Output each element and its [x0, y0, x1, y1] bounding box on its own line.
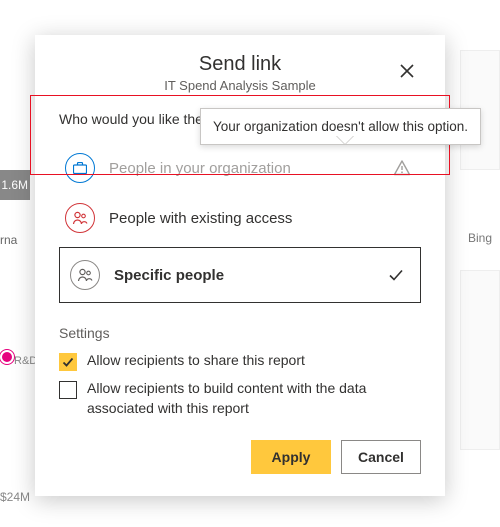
- briefcase-icon: [65, 153, 95, 183]
- bg-metric-chip: 1.6M: [0, 170, 30, 200]
- settings-heading: Settings: [59, 325, 421, 341]
- apply-button[interactable]: Apply: [251, 440, 331, 474]
- option-people-existing-access[interactable]: People with existing access: [59, 193, 421, 243]
- checkbox-label: Allow recipients to share this report: [87, 351, 305, 371]
- bg-visual-tile: [460, 270, 500, 450]
- checkmark-icon: [388, 267, 404, 283]
- people-icon: [65, 203, 95, 233]
- option-people-in-org: People in your organization: [59, 143, 421, 193]
- close-button[interactable]: [391, 55, 423, 87]
- option-specific-people[interactable]: Specific people: [59, 247, 421, 303]
- checkbox-input[interactable]: [59, 381, 77, 399]
- option-label: People in your organization: [109, 160, 379, 177]
- bg-label: rna: [0, 225, 30, 255]
- close-icon: [400, 64, 414, 78]
- people-icon: [70, 260, 100, 290]
- option-label: People with existing access: [109, 210, 415, 227]
- option-label: Specific people: [114, 267, 374, 284]
- send-link-dialog: Send link IT Spend Analysis Sample Who w…: [35, 35, 445, 496]
- bg-map-attribution: Bing: [460, 185, 500, 245]
- checkbox-label: Allow recipients to build content with t…: [87, 379, 421, 418]
- bg-legend-label: R&D: [14, 355, 37, 367]
- dialog-subtitle: IT Spend Analysis Sample: [59, 78, 421, 93]
- checkbox-allow-share[interactable]: Allow recipients to share this report: [59, 351, 421, 371]
- checkbox-input[interactable]: [59, 353, 77, 371]
- dialog-header: Send link IT Spend Analysis Sample: [59, 53, 421, 93]
- tooltip-org-disabled: Your organization doesn't allow this opt…: [200, 108, 481, 145]
- cancel-button[interactable]: Cancel: [341, 440, 421, 474]
- dialog-buttons: Apply Cancel: [59, 440, 421, 474]
- warning-icon: [393, 159, 411, 177]
- checkbox-allow-build[interactable]: Allow recipients to build content with t…: [59, 379, 421, 418]
- checkmark-icon: [62, 356, 74, 368]
- dialog-title: Send link: [59, 53, 421, 76]
